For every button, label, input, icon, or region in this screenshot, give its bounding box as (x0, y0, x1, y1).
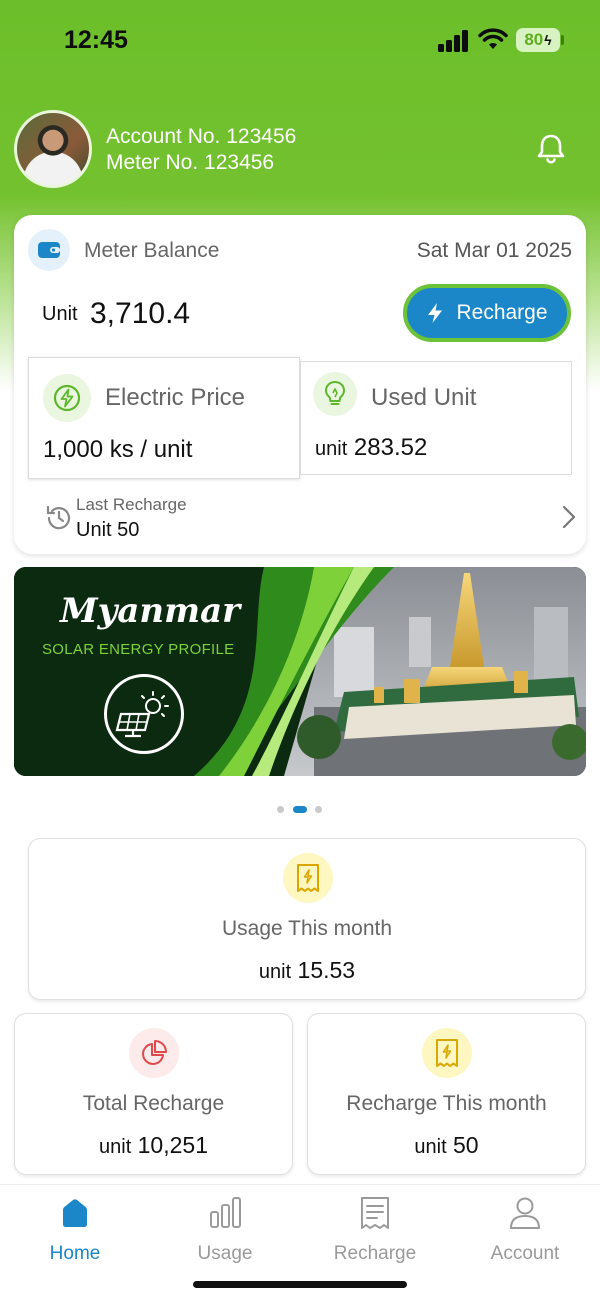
receipt-icon (361, 1197, 389, 1229)
recharge-this-month-card[interactable]: Recharge This month unit 50 (307, 1013, 586, 1175)
balance-date: Sat Mar 01 2025 (416, 239, 572, 262)
nav-home-label: Home (49, 1243, 101, 1264)
balance-unit-prefix: Unit (42, 303, 78, 325)
pagination-dot-active[interactable] (293, 806, 307, 813)
recharge-month-unit-prefix: unit (414, 1136, 447, 1158)
electric-price-box: Electric Price 1,000 ks / unit (28, 357, 300, 479)
pagination-dot[interactable] (315, 806, 322, 813)
battery-tip (561, 35, 564, 45)
electric-price-value: 1,000 ks / unit (43, 436, 193, 463)
bar-chart-icon (210, 1197, 241, 1228)
total-recharge-value: 10,251 (137, 1132, 208, 1158)
battery-indicator: 80 ϟ (516, 28, 560, 52)
wallet-icon (28, 229, 70, 271)
chevron-right-icon (562, 505, 576, 529)
status-time: 12:45 (64, 26, 128, 54)
banner-subtitle: SOLAR ENERGY PROFILE (42, 641, 235, 658)
total-recharge-unit-prefix: unit (99, 1136, 132, 1158)
promo-banner[interactable]: Myanmar SOLAR ENERGY PROFILE (14, 567, 586, 776)
nav-account[interactable]: Account (465, 1195, 585, 1265)
total-recharge-title: Total Recharge (82, 1092, 225, 1115)
nav-usage[interactable]: Usage (165, 1195, 285, 1265)
nav-recharge-label: Recharge (333, 1243, 417, 1264)
recharge-button-label: Recharge (456, 301, 548, 324)
nav-home[interactable]: Home (15, 1195, 135, 1265)
home-indicator (193, 1281, 407, 1288)
wifi-icon (478, 28, 508, 49)
lightning-icon (428, 303, 443, 323)
usage-unit-prefix: unit (258, 961, 292, 983)
recharge-this-month-title: Recharge This month (346, 1092, 547, 1115)
account-number: Account No. 123456 (106, 125, 297, 148)
home-icon (63, 1199, 87, 1227)
bell-icon[interactable] (534, 132, 568, 166)
account-info: Account No. 123456 Meter No. 123456 (106, 124, 296, 176)
receipt-lightning-icon (283, 853, 333, 903)
status-bar: 12:45 80 ϟ (0, 0, 600, 80)
usage-this-month-title: Usage This month (221, 917, 393, 940)
electric-price-title: Electric Price (105, 384, 246, 411)
used-unit-box: Used Unit unit 283.52 (300, 361, 572, 475)
lightning-circle-icon (43, 374, 91, 422)
battery-level: 80 (524, 30, 544, 49)
used-unit-title: Used Unit (371, 384, 477, 411)
meter-number: Meter No. 123456 (106, 151, 275, 174)
nav-usage-label: Usage (197, 1243, 253, 1264)
nav-account-label: Account (490, 1243, 560, 1264)
banner-title: Myanmar (60, 591, 241, 631)
banner-pagination[interactable] (277, 806, 325, 814)
used-unit-value: 283.52 (353, 434, 428, 461)
charging-bolt-icon: ϟ (544, 32, 552, 48)
recharge-this-month-value: 50 (453, 1132, 479, 1158)
last-recharge-label: Last Recharge (76, 495, 187, 514)
solar-panel-icon (104, 674, 184, 754)
balance-value: 3,710.4 (90, 297, 191, 330)
last-recharge-value: Unit 50 (76, 519, 140, 541)
meter-balance-title: Meter Balance (84, 239, 220, 262)
nav-recharge[interactable]: Recharge (315, 1195, 435, 1265)
usage-this-month-card[interactable]: Usage This month unit 15.53 (28, 838, 586, 1000)
receipt-lightning-icon (422, 1028, 472, 1078)
history-icon (46, 505, 71, 530)
total-recharge-card[interactable]: Total Recharge unit 10,251 (14, 1013, 293, 1175)
recharge-button[interactable]: Recharge (403, 284, 571, 342)
lightbulb-icon (313, 372, 357, 416)
cellular-signal-icon (438, 30, 470, 52)
pie-chart-icon (129, 1028, 179, 1078)
user-icon (510, 1197, 540, 1229)
meter-balance-card: Meter Balance Sat Mar 01 2025 Unit 3,710… (14, 215, 586, 554)
used-unit-prefix: unit (315, 438, 348, 460)
last-recharge-row[interactable]: Last Recharge Unit 50 (28, 491, 576, 545)
avatar[interactable] (14, 110, 92, 188)
pagination-dot[interactable] (277, 806, 284, 813)
usage-this-month-value: 15.53 (297, 957, 356, 983)
